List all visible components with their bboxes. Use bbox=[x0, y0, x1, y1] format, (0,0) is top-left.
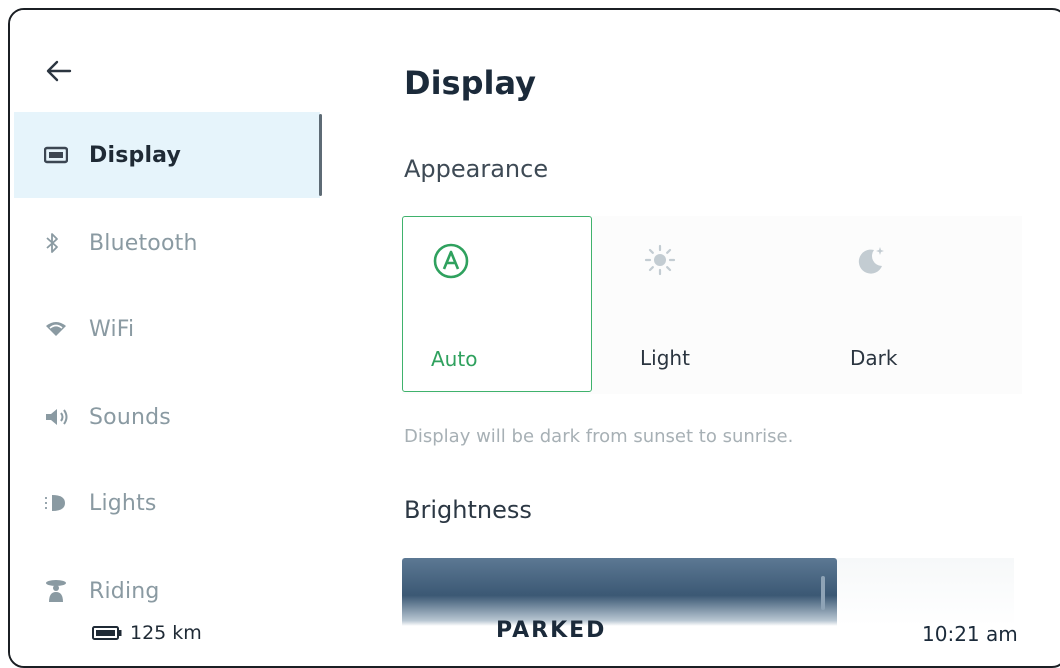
monitor-icon bbox=[44, 146, 78, 164]
moon-icon bbox=[858, 247, 884, 274]
brightness-slider-handle[interactable] bbox=[820, 576, 825, 610]
brightness-slider[interactable] bbox=[402, 558, 1014, 626]
status-time: 10:21 am bbox=[922, 622, 1018, 646]
sidebar-item-label: WiFi bbox=[89, 316, 135, 342]
sidebar-item-wifi[interactable]: WiFi bbox=[14, 286, 320, 372]
wifi-icon bbox=[44, 320, 78, 338]
sidebar-item-label: Riding bbox=[89, 578, 160, 604]
sidebar-item-label: Lights bbox=[89, 490, 157, 516]
sidebar-item-display[interactable]: Display bbox=[14, 112, 322, 198]
range-value: 125 km bbox=[130, 622, 202, 644]
appearance-options: Auto Light Dark bbox=[402, 216, 1022, 394]
battery-range: 125 km bbox=[92, 622, 202, 644]
arrow-left-icon bbox=[46, 60, 72, 82]
battery-icon bbox=[92, 626, 122, 640]
appearance-description: Display will be dark from sunset to sunr… bbox=[404, 426, 794, 447]
brightness-slider-fill bbox=[402, 558, 837, 626]
light-icon bbox=[44, 492, 78, 514]
sidebar-item-label: Sounds bbox=[89, 404, 171, 430]
sidebar-item-sounds[interactable]: Sounds bbox=[14, 374, 320, 460]
sidebar: Display Bluetooth WiFi Sounds Lights Rid… bbox=[10, 10, 322, 666]
appearance-option-light[interactable]: Light bbox=[612, 216, 812, 392]
app-frame: Display Bluetooth WiFi Sounds Lights Rid… bbox=[8, 8, 1060, 668]
appearance-option-label: Auto bbox=[431, 347, 478, 371]
sidebar-item-label: Display bbox=[89, 142, 182, 168]
back-button[interactable] bbox=[44, 56, 74, 86]
rider-icon bbox=[44, 578, 78, 604]
appearance-heading: Appearance bbox=[404, 155, 549, 183]
speaker-icon bbox=[44, 406, 78, 428]
appearance-option-auto[interactable]: Auto bbox=[402, 216, 592, 392]
appearance-option-label: Light bbox=[640, 346, 690, 370]
auto-a-icon bbox=[433, 243, 469, 279]
sun-icon bbox=[644, 244, 676, 276]
page-title: Display bbox=[404, 64, 536, 102]
main-panel: Display Appearance Auto Light Dark Displ… bbox=[402, 10, 1060, 666]
bluetooth-icon bbox=[44, 231, 78, 255]
sidebar-item-bluetooth[interactable]: Bluetooth bbox=[14, 200, 320, 286]
status-mode: PARKED bbox=[496, 618, 607, 643]
sidebar-item-lights[interactable]: Lights bbox=[14, 460, 320, 546]
appearance-option-label: Dark bbox=[850, 346, 898, 370]
brightness-heading: Brightness bbox=[404, 496, 532, 524]
sidebar-item-label: Bluetooth bbox=[89, 230, 198, 256]
appearance-option-dark[interactable]: Dark bbox=[822, 216, 1022, 392]
